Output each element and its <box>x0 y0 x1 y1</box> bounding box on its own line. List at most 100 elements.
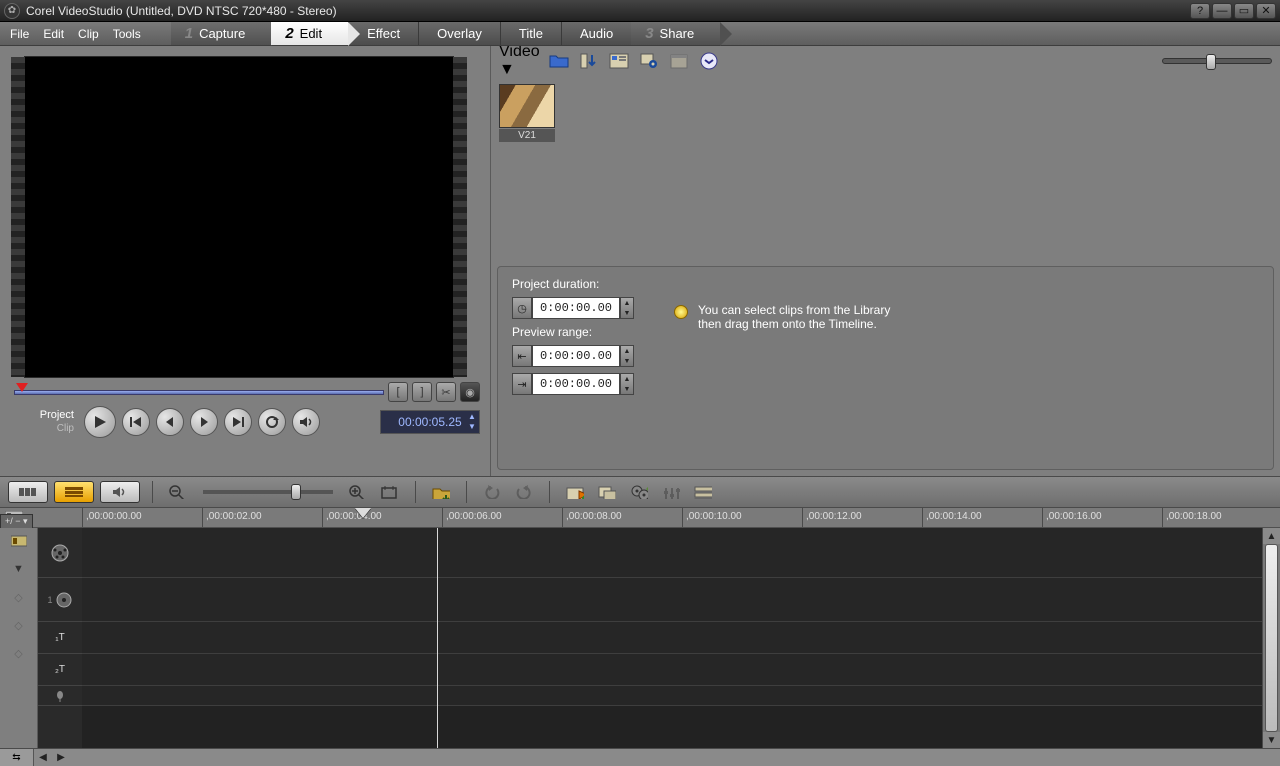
spin-up-icon[interactable]: ▲ <box>621 374 633 384</box>
scroll-left-icon[interactable]: ◀ <box>34 749 52 766</box>
preview-range-end-value[interactable]: 0:00:00.00 <box>532 373 620 395</box>
preview-range-start-value[interactable]: 0:00:00.00 <box>532 345 620 367</box>
timecode-down-icon[interactable]: ▼ <box>467 422 477 432</box>
repeat-button[interactable] <box>258 408 286 436</box>
scroll-up-icon[interactable]: ▲ <box>1263 528 1280 544</box>
calendar-button[interactable] <box>668 50 690 72</box>
spin-up-icon[interactable]: ▲ <box>621 298 633 308</box>
volume-button[interactable] <box>292 408 320 436</box>
insert-media-button[interactable] <box>428 480 454 504</box>
ruler-tick: ,00:00:10.00 <box>682 508 742 527</box>
project-label[interactable]: Project <box>14 409 74 422</box>
batch-convert-button[interactable] <box>594 480 620 504</box>
overlay-track[interactable] <box>82 578 1262 622</box>
maximize-button[interactable]: ▭ <box>1234 3 1254 19</box>
redo-button[interactable] <box>511 480 537 504</box>
minimize-button[interactable]: — <box>1212 3 1232 19</box>
go-start-button[interactable] <box>122 408 150 436</box>
scroll-thumb-icon[interactable] <box>1265 544 1278 732</box>
spin-down-icon[interactable]: ▼ <box>621 356 633 366</box>
step-share[interactable]: 3 Share <box>631 22 720 45</box>
menu-file[interactable]: File <box>10 27 29 41</box>
play-button[interactable] <box>84 406 116 438</box>
open-folder-button[interactable] <box>548 50 570 72</box>
voice-track[interactable] <box>82 686 1262 706</box>
mark-out-button[interactable]: ] <box>412 382 432 402</box>
settings-button[interactable] <box>638 50 660 72</box>
frame-fwd-button[interactable] <box>190 408 218 436</box>
thumbnail-size-slider[interactable] <box>1162 58 1272 64</box>
scrub-bar[interactable] <box>14 386 384 398</box>
zoom-out-button[interactable] <box>165 480 191 504</box>
menu-clip[interactable]: Clip <box>78 27 99 41</box>
storyboard-view-button[interactable] <box>8 481 48 503</box>
frame-back-button[interactable] <box>156 408 184 436</box>
slider-thumb-icon[interactable] <box>1206 54 1216 70</box>
enlarge-preview-button[interactable]: ◉ <box>460 382 480 402</box>
voice-track-head[interactable] <box>38 686 82 706</box>
title-track-1[interactable] <box>82 622 1262 654</box>
mark-in-button[interactable]: [ <box>388 382 408 402</box>
add-remove-track-button[interactable]: +/ − ▾ <box>0 514 33 528</box>
timeline-tracks[interactable] <box>82 528 1262 748</box>
library-manager-button[interactable] <box>608 50 630 72</box>
undo-button[interactable] <box>479 480 505 504</box>
spin-down-icon[interactable]: ▼ <box>621 308 633 318</box>
zoom-in-button[interactable] <box>345 480 371 504</box>
lock-track-button[interactable]: ◇ <box>10 616 28 634</box>
step-audio[interactable]: Audio <box>561 22 631 45</box>
spin-up-icon[interactable]: ▲ <box>621 346 633 356</box>
title-track-2[interactable] <box>82 654 1262 686</box>
library-clip[interactable]: V21 <box>499 84 555 142</box>
go-end-button[interactable] <box>224 408 252 436</box>
spin-down-icon[interactable]: ▼ <box>621 384 633 394</box>
range-start-icon[interactable]: ⇤ <box>512 345 532 367</box>
timeline-playhead-line <box>437 528 438 748</box>
overlay-track-head[interactable]: 1 <box>38 578 82 622</box>
title-track-1-head[interactable]: ₁T <box>38 622 82 654</box>
menu-edit[interactable]: Edit <box>43 27 64 41</box>
lock-track-button[interactable]: ◇ <box>10 644 28 662</box>
ripple-edit-button[interactable] <box>10 532 28 550</box>
sound-mixer-button[interactable] <box>658 480 684 504</box>
painting-creator-button[interactable] <box>626 480 652 504</box>
collapse-options-button[interactable] <box>698 50 720 72</box>
fit-project-button[interactable] <box>377 480 403 504</box>
audio-view-button[interactable] <box>100 481 140 503</box>
autoscroll-button[interactable]: ⇆ <box>0 749 34 766</box>
timeline-view-button[interactable] <box>54 481 94 503</box>
title-track-2-head[interactable]: ₂T <box>38 654 82 686</box>
track-manager-button[interactable] <box>690 480 716 504</box>
timecode-up-icon[interactable]: ▲ <box>467 412 477 422</box>
video-track[interactable] <box>82 528 1262 578</box>
library-gallery[interactable]: V21 <box>491 76 1280 266</box>
menu-tools[interactable]: Tools <box>113 27 141 41</box>
timeline-ruler[interactable]: ,00:00:00.00,00:00:02.00,00:00:04.00,00:… <box>0 508 1280 528</box>
sort-button[interactable] <box>578 50 600 72</box>
close-button[interactable]: ✕ <box>1256 3 1276 19</box>
slider-thumb-icon[interactable] <box>291 484 301 500</box>
range-end-icon[interactable]: ⇥ <box>512 373 532 395</box>
timeline-cursor-icon[interactable] <box>355 508 371 518</box>
lock-track-button[interactable]: ◇ <box>10 588 28 606</box>
scroll-right-icon[interactable]: ▶ <box>52 749 70 766</box>
smart-proxy-button[interactable] <box>562 480 588 504</box>
help-button[interactable]: ? <box>1190 3 1210 19</box>
step-title[interactable]: Title <box>500 22 561 45</box>
timeline-vscrollbar[interactable]: ▲ ▼ <box>1262 528 1280 748</box>
step-edit[interactable]: 2 Edit <box>271 22 348 45</box>
zoom-slider[interactable] <box>203 490 333 494</box>
playhead-marker-icon[interactable] <box>16 383 28 392</box>
step-overlay[interactable]: Overlay <box>418 22 500 45</box>
expand-tracks-button[interactable]: ▼ <box>10 560 28 578</box>
ruler-tick: ,00:00:04.00 <box>322 508 382 527</box>
timecode-field[interactable]: 00:00:05.25 ▲▼ <box>380 410 480 434</box>
timeline-hscrollbar[interactable]: ⇆ ◀ ▶ <box>0 748 1280 766</box>
video-track-head[interactable] <box>38 528 82 578</box>
clip-label[interactable]: Clip <box>14 422 74 435</box>
project-duration-value[interactable]: 0:00:00.00 <box>532 297 620 319</box>
step-capture[interactable]: 1 Capture <box>171 22 272 45</box>
gallery-select[interactable]: Video ▼ <box>499 43 540 79</box>
cut-button[interactable]: ✂ <box>436 382 456 402</box>
scroll-down-icon[interactable]: ▼ <box>1263 732 1280 748</box>
